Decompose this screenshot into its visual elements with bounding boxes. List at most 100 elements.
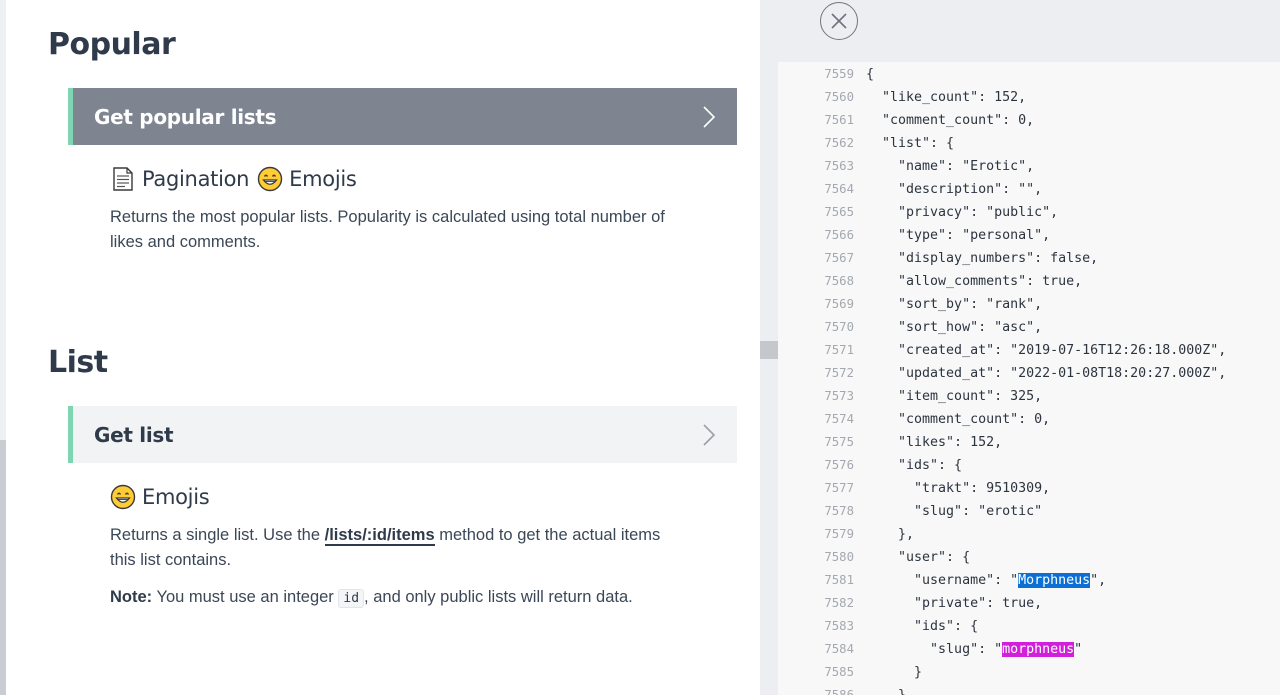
left-scrollbar-thumb[interactable] — [0, 440, 6, 695]
code-token: "likes": 152, — [866, 435, 1003, 450]
code-token: "comment_count": 0, — [866, 412, 1051, 427]
section-title-popular: Popular — [48, 27, 176, 62]
feature-pagination: Pagination — [142, 167, 250, 191]
endpoint-get-list[interactable]: Get list — [68, 406, 737, 463]
code-token: } — [866, 688, 906, 695]
note-label: Note: — [110, 588, 153, 606]
line-number: 7581 — [824, 573, 854, 587]
code-text: "allow_comments": true, — [866, 270, 1082, 293]
code-text: "like_count": 152, — [866, 86, 1026, 109]
feature-emojis: Emojis — [142, 485, 210, 509]
code-line: 7573 "item_count": 325, — [778, 385, 1280, 408]
line-number: 7575 — [824, 435, 854, 449]
code-line: 7575 "likes": 152, — [778, 431, 1280, 454]
line-number: 7560 — [824, 90, 854, 104]
code-line: 7566 "type": "personal", — [778, 224, 1280, 247]
page-icon — [113, 167, 133, 191]
code-text: "trakt": 9510309, — [866, 477, 1050, 500]
code-token: "allow_comments": true, — [866, 274, 1083, 289]
code-line: 7565 "privacy": "public", — [778, 201, 1280, 224]
line-number: 7565 — [824, 205, 854, 219]
line-number: 7570 — [824, 320, 854, 334]
line-number: 7569 — [824, 297, 854, 311]
code-text: } — [866, 684, 906, 695]
line-number: 7576 — [824, 458, 854, 472]
code-line: 7571 "created_at": "2019-07-16T12:26:18.… — [778, 339, 1280, 362]
chevron-right-icon — [703, 423, 716, 446]
code-line: 7560 "like_count": 152, — [778, 86, 1280, 109]
code-token: "comment_count": 0, — [866, 113, 1035, 128]
line-number: 7571 — [824, 343, 854, 357]
code-response-pane: 7559{7560 "like_count": 152, 7561 "commen… — [760, 0, 1280, 695]
close-button[interactable] — [820, 2, 858, 40]
code-line: 7582 "private": true, — [778, 592, 1280, 615]
line-number: 7579 — [824, 527, 854, 541]
code-text: "name": "Erotic", — [866, 155, 1034, 178]
code-line: 7583 "ids": { — [778, 615, 1280, 638]
code-token: " — [1074, 642, 1083, 657]
code-line: 7585 } — [778, 661, 1280, 684]
code-line: 7579 }, — [778, 523, 1280, 546]
description-text: Returns a single list. Use the — [110, 526, 325, 544]
endpoint-label: Get list — [94, 422, 174, 447]
line-number: 7567 — [824, 251, 854, 265]
code-line: 7581 "username": "Morphneus", — [778, 569, 1280, 592]
chevron-right-icon — [703, 105, 716, 128]
code-token: "trakt": 9510309, — [866, 481, 1051, 496]
code-text: "item_count": 325, — [866, 385, 1042, 408]
code-token: "type": "personal", — [866, 228, 1051, 243]
grin-emoji-icon — [110, 484, 136, 510]
code-token: "slug": "erotic" — [866, 504, 1043, 519]
line-number: 7562 — [824, 136, 854, 150]
code-token: "sort_how": "asc", — [866, 320, 1043, 335]
code-line: 7562 "list": { — [778, 132, 1280, 155]
code-token: } — [866, 665, 923, 680]
code-token: ", — [1090, 573, 1107, 588]
left-scrollbar-track[interactable] — [0, 0, 6, 695]
code-token: "privacy": "public", — [866, 205, 1059, 220]
line-number: 7559 — [824, 67, 854, 81]
code-text: "slug": "erotic" — [866, 500, 1042, 523]
code-text: "user": { — [866, 546, 970, 569]
code-line: 7574 "comment_count": 0, — [778, 408, 1280, 431]
code-token: "name": "Erotic", — [866, 159, 1035, 174]
method-link-list-items[interactable]: /lists/:id/items — [324, 526, 435, 546]
line-number: 7573 — [824, 389, 854, 403]
code-token: "like_count": 152, — [866, 90, 1027, 105]
grin-emoji-icon — [257, 166, 283, 192]
line-number: 7578 — [824, 504, 854, 518]
close-icon — [831, 13, 847, 29]
line-number: 7582 — [824, 596, 854, 610]
code-text: }, — [866, 523, 914, 546]
json-response-code-block: 7559{7560 "like_count": 152, 7561 "commen… — [778, 62, 1280, 695]
code-token: "slug": " — [866, 642, 1003, 657]
line-number: 7586 — [824, 688, 854, 695]
line-number: 7574 — [824, 412, 854, 426]
endpoint-get-popular-lists[interactable]: Get popular lists — [68, 88, 737, 145]
line-number: 7583 — [824, 619, 854, 633]
code-line: 7584 "slug": "morphneus" — [778, 638, 1280, 661]
line-number: 7568 — [824, 274, 854, 288]
code-token: "username": " — [866, 573, 1019, 588]
code-line: 7569 "sort_by": "rank", — [778, 293, 1280, 316]
code-text: "sort_how": "asc", — [866, 316, 1042, 339]
code-token: "list": { — [866, 136, 955, 151]
line-number: 7561 — [824, 113, 854, 127]
code-token: "sort_by": "rank", — [866, 297, 1043, 312]
code-line: 7580 "user": { — [778, 546, 1280, 569]
code-token: "user": { — [866, 550, 971, 565]
endpoint-note-list: Note: You must use an integer id, and on… — [110, 585, 690, 611]
feature-badges-popular: Pagination Emojis — [110, 166, 357, 192]
code-token: "display_numbers": false, — [866, 251, 1099, 266]
code-token: "description": "", — [866, 182, 1043, 197]
inline-code-id: id — [338, 589, 365, 608]
line-number: 7563 — [824, 159, 854, 173]
code-line: 7568 "allow_comments": true, — [778, 270, 1280, 293]
code-text: "comment_count": 0, — [866, 109, 1034, 132]
pane-resize-handle[interactable] — [760, 341, 778, 359]
code-line: 7564 "description": "", — [778, 178, 1280, 201]
code-text: "description": "", — [866, 178, 1042, 201]
code-text: "updated_at": "2022-01-08T18:20:27.000Z"… — [866, 362, 1226, 385]
code-token: "ids": { — [866, 458, 963, 473]
code-text: "likes": 152, — [866, 431, 1002, 454]
